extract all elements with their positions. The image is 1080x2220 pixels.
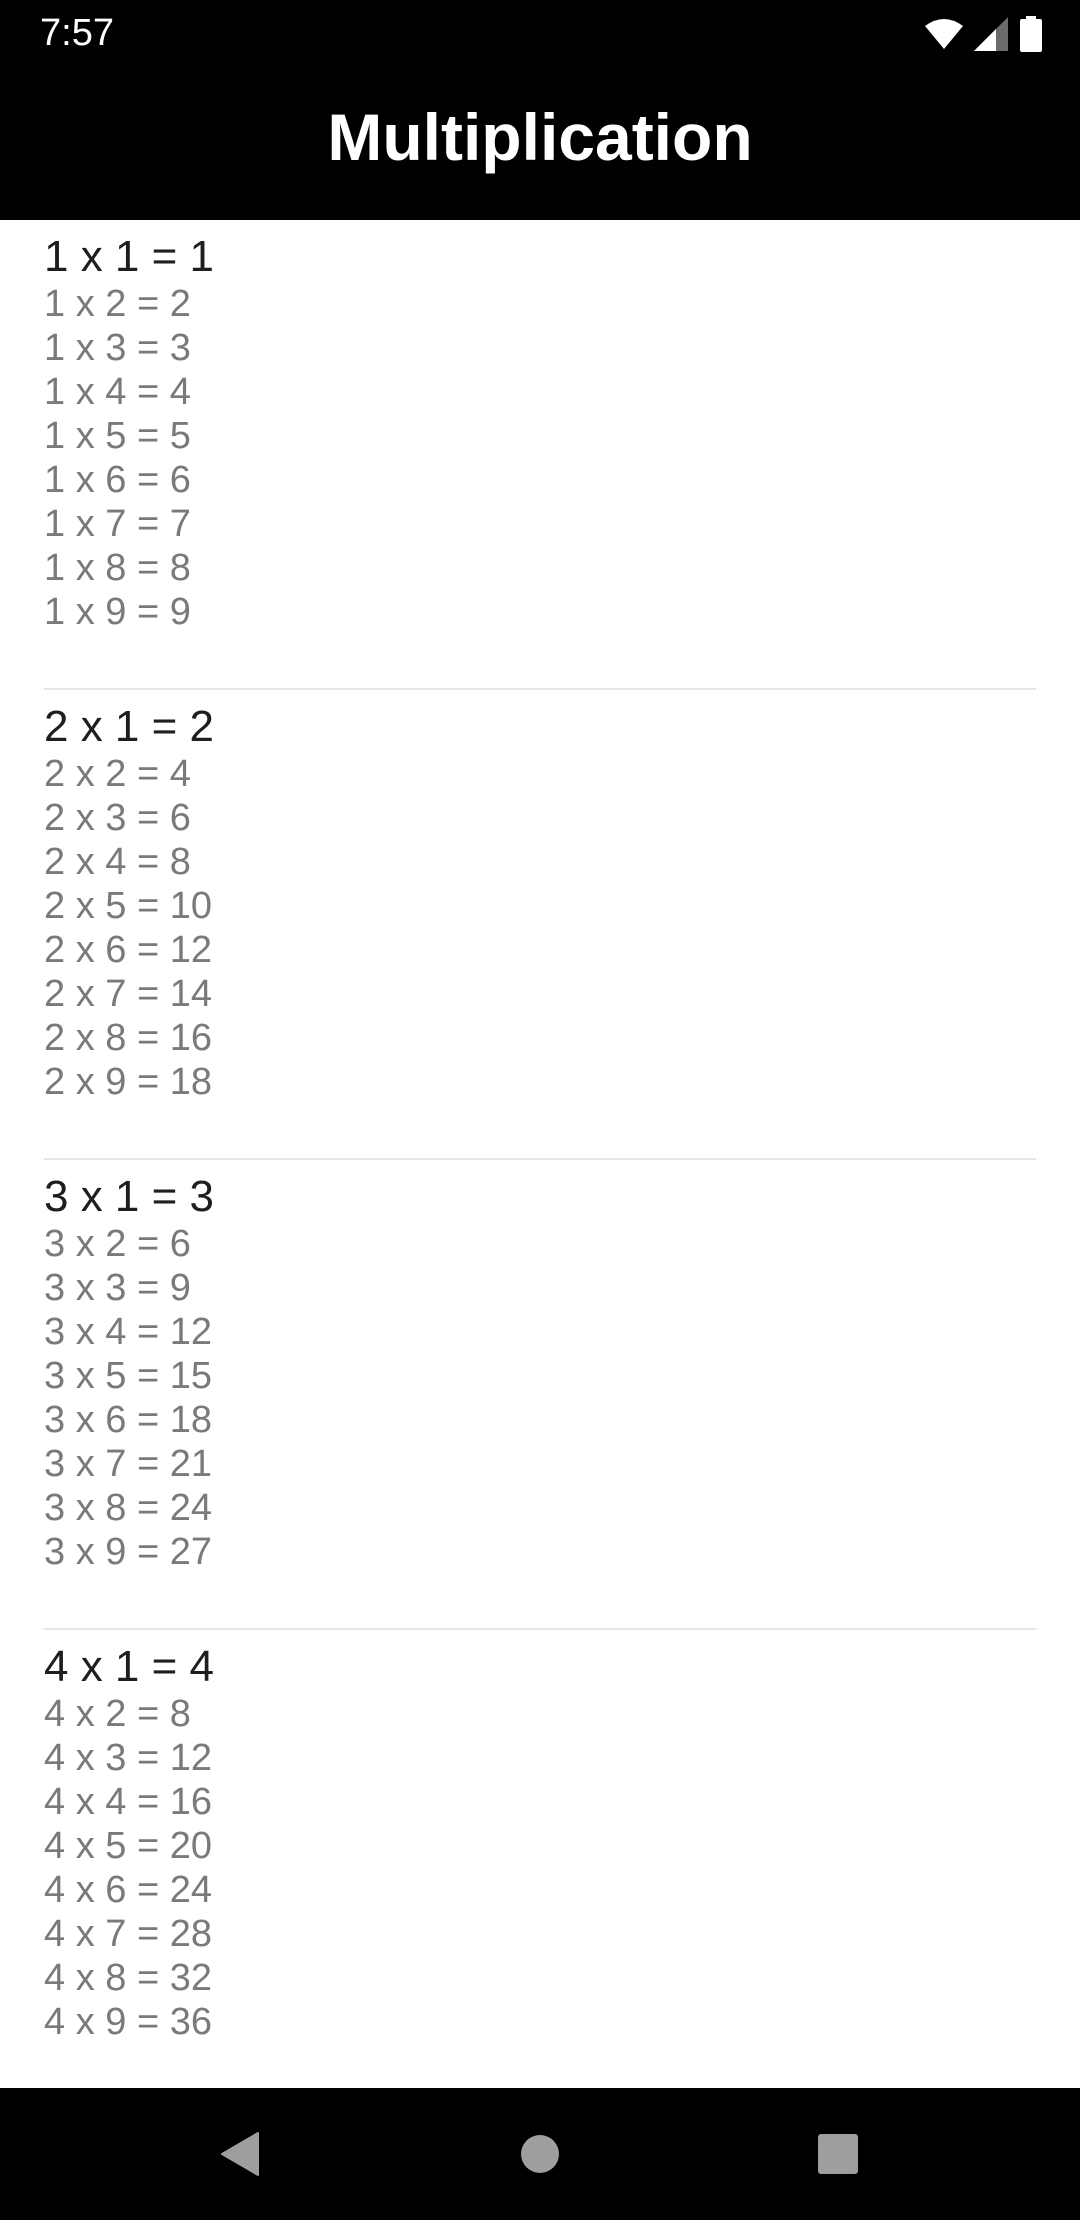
table-row: 4 x 3 = 12 xyxy=(44,1737,212,1779)
table-row: 2 x 4 = 8 xyxy=(44,841,191,883)
table-row: 1 x 8 = 8 xyxy=(44,547,191,589)
recents-button[interactable] xyxy=(808,2124,868,2184)
table-item-1[interactable]: 1 x 1 = 1 1 x 2 = 2 1 x 3 = 3 1 x 4 = 4 … xyxy=(44,220,1036,690)
battery-icon xyxy=(1020,16,1042,52)
table-first-row: 2 x 1 = 2 xyxy=(44,702,215,751)
multiplication-list[interactable]: 1 x 1 = 1 1 x 2 = 2 1 x 3 = 3 1 x 4 = 4 … xyxy=(0,220,1080,2088)
table-row: 4 x 2 = 8 xyxy=(44,1693,191,1735)
back-triangle-icon xyxy=(221,2132,259,2176)
table-row: 4 x 4 = 16 xyxy=(44,1781,212,1823)
table-row: 1 x 6 = 6 xyxy=(44,459,191,501)
table-row: 4 x 9 = 36 xyxy=(44,2001,212,2043)
home-circle-icon xyxy=(521,2135,559,2173)
table-row: 3 x 4 = 12 xyxy=(44,1311,212,1353)
table-row: 1 x 4 = 4 xyxy=(44,371,191,413)
table-row: 4 x 8 = 32 xyxy=(44,1957,212,1999)
table-rows: 1 x 2 = 2 1 x 3 = 3 1 x 4 = 4 1 x 5 = 5 … xyxy=(44,282,191,634)
table-rows: 3 x 2 = 6 3 x 3 = 9 3 x 4 = 12 3 x 5 = 1… xyxy=(44,1222,212,1574)
table-row: 3 x 8 = 24 xyxy=(44,1487,212,1529)
table-row: 3 x 9 = 27 xyxy=(44,1531,212,1573)
table-row: 2 x 2 = 4 xyxy=(44,753,191,795)
screen: 7:57 Multiplication 1 x 1 = 1 1 x 2 = 2 … xyxy=(0,0,1080,2220)
navigation-bar xyxy=(0,2088,1080,2220)
table-first-row: 1 x 1 = 1 xyxy=(44,232,215,281)
table-row: 3 x 2 = 6 xyxy=(44,1223,191,1265)
table-row: 4 x 6 = 24 xyxy=(44,1869,212,1911)
table-row: 2 x 6 = 12 xyxy=(44,929,212,971)
status-icons xyxy=(924,14,1042,54)
table-row: 2 x 5 = 10 xyxy=(44,885,212,927)
table-row: 4 x 7 = 28 xyxy=(44,1913,212,1955)
table-row: 2 x 7 = 14 xyxy=(44,973,212,1015)
table-item-4[interactable]: 4 x 1 = 4 4 x 2 = 8 4 x 3 = 12 4 x 4 = 1… xyxy=(44,1630,1036,2088)
table-row: 1 x 7 = 7 xyxy=(44,503,191,545)
table-row: 3 x 7 = 21 xyxy=(44,1443,212,1485)
table-row: 1 x 2 = 2 xyxy=(44,283,191,325)
table-row: 1 x 5 = 5 xyxy=(44,415,191,457)
table-row: 3 x 3 = 9 xyxy=(44,1267,191,1309)
table-row: 3 x 6 = 18 xyxy=(44,1399,212,1441)
table-first-row: 4 x 1 = 4 xyxy=(44,1642,215,1691)
status-bar: 7:57 xyxy=(0,0,1080,66)
status-time: 7:57 xyxy=(40,12,114,54)
table-rows: 4 x 2 = 8 4 x 3 = 12 4 x 4 = 16 4 x 5 = … xyxy=(44,1692,212,2044)
table-row: 4 x 5 = 20 xyxy=(44,1825,212,1867)
table-item-3[interactable]: 3 x 1 = 3 3 x 2 = 6 3 x 3 = 9 3 x 4 = 12… xyxy=(44,1160,1036,1630)
table-row: 2 x 8 = 16 xyxy=(44,1017,212,1059)
cellular-signal-icon xyxy=(974,17,1008,51)
table-first-row: 3 x 1 = 3 xyxy=(44,1172,215,1221)
table-row: 1 x 3 = 3 xyxy=(44,327,191,369)
home-button[interactable] xyxy=(510,2124,570,2184)
back-button[interactable] xyxy=(210,2124,270,2184)
table-row: 1 x 9 = 9 xyxy=(44,591,191,633)
table-item-2[interactable]: 2 x 1 = 2 2 x 2 = 4 2 x 3 = 6 2 x 4 = 8 … xyxy=(44,690,1036,1160)
wifi-icon xyxy=(925,19,963,49)
table-row: 3 x 5 = 15 xyxy=(44,1355,212,1397)
table-rows: 2 x 2 = 4 2 x 3 = 6 2 x 4 = 8 2 x 5 = 10… xyxy=(44,752,212,1104)
table-row: 2 x 3 = 6 xyxy=(44,797,191,839)
recents-square-icon xyxy=(818,2134,858,2174)
table-row: 2 x 9 = 18 xyxy=(44,1061,212,1103)
app-bar: Multiplication xyxy=(0,66,1080,220)
app-title: Multiplication xyxy=(327,100,753,174)
